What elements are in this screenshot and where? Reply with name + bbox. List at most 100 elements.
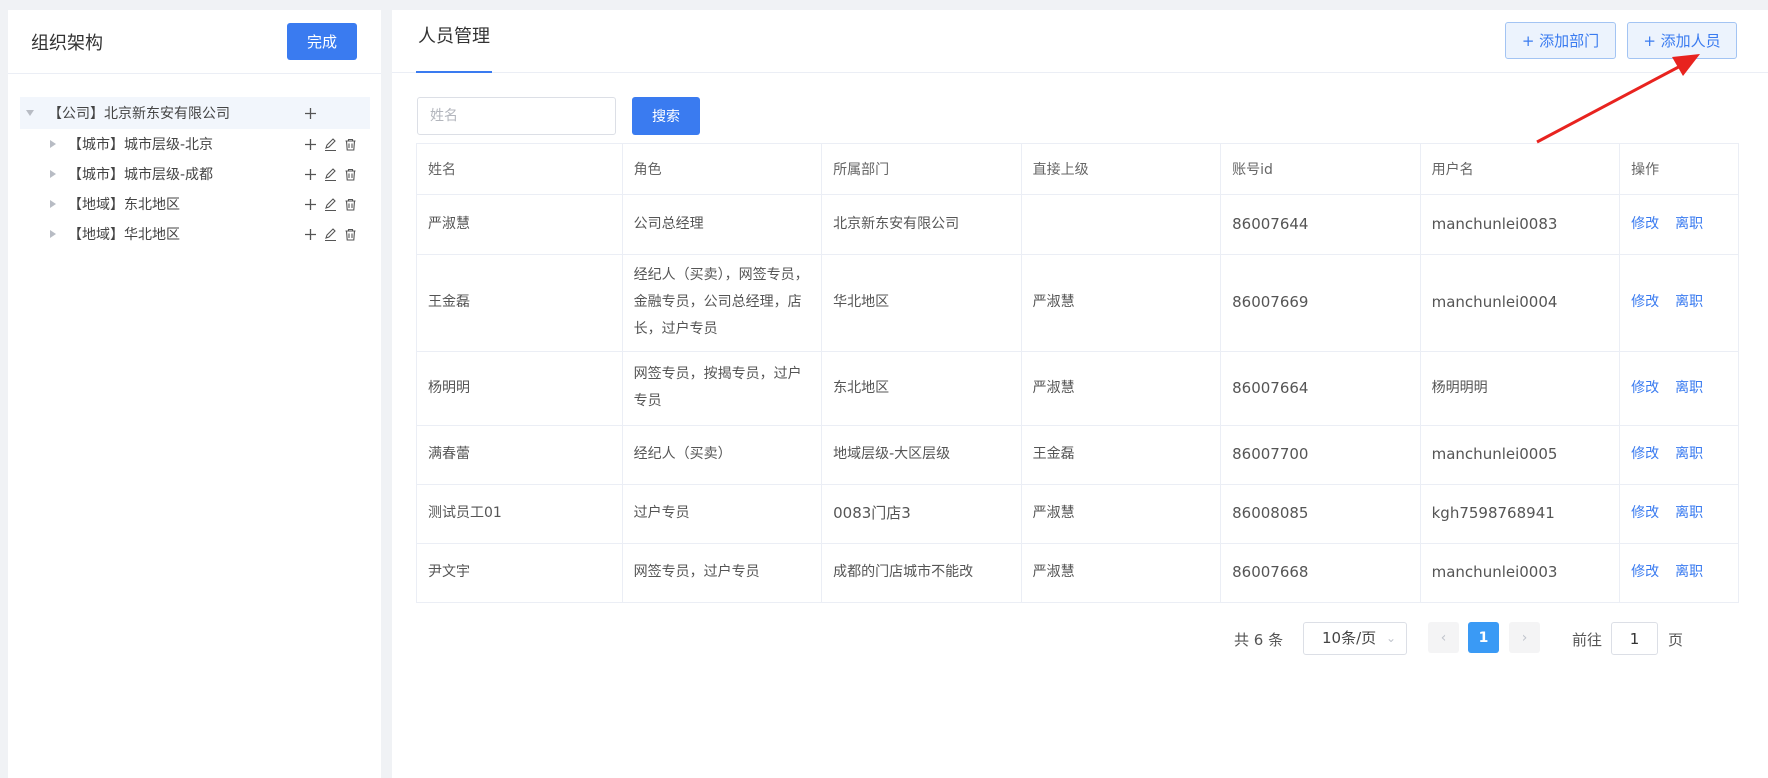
cell-dept: 成都的门店城市不能改 [821, 543, 1022, 602]
caret-down-icon[interactable] [26, 110, 34, 116]
resign-link[interactable]: 离职 [1675, 216, 1703, 232]
edit-link[interactable]: 修改 [1631, 294, 1659, 310]
goto-suffix: 页 [1668, 631, 1684, 649]
prev-page-button[interactable]: ‹ [1428, 622, 1459, 653]
cell-username: kgh7598768941 [1420, 484, 1621, 544]
delete-icon[interactable] [344, 138, 357, 151]
cell-dept: 地域层级-大区层级 [821, 425, 1022, 485]
tree-node-label: 【公司】北京新东安有限公司 [48, 106, 230, 122]
pagination: 共 6 条 10条/页 ⌄ ‹ 1 › 前往 页 [392, 622, 1768, 656]
app-root: 组织架构 完成 【公司】北京新东安有限公司 【城市】城市层级-北京 【城市】城市… [0, 0, 1768, 778]
tree-node-actions [304, 227, 357, 241]
page-size-select[interactable]: 10条/页 ⌄ [1303, 622, 1407, 655]
cell-role: 网签专员，按揭专员，过户专员 [622, 351, 823, 426]
tab-personnel-management[interactable]: 人员管理 [416, 10, 492, 73]
column-header-username: 用户名 [1420, 144, 1621, 195]
name-search-input[interactable] [417, 97, 616, 135]
cell-manager: 严淑慧 [1021, 543, 1222, 602]
chevron-down-icon: ⌄ [1385, 631, 1396, 645]
resign-link[interactable]: 离职 [1675, 380, 1703, 396]
delete-icon[interactable] [344, 198, 357, 211]
edit-icon[interactable] [324, 227, 337, 241]
cell-name: 王金磊 [417, 254, 623, 352]
resign-link[interactable]: 离职 [1675, 505, 1703, 521]
delete-icon[interactable] [344, 228, 357, 241]
done-button[interactable]: 完成 [287, 23, 357, 60]
personnel-header: 人员管理 + 添加部门 + 添加人员 [392, 10, 1768, 73]
column-header-account-id: 账号id [1220, 144, 1421, 195]
cell-actions: 修改 离职 [1619, 194, 1738, 255]
plus-icon[interactable] [304, 168, 317, 181]
table-row: 测试员工01 过户专员 0083门店3 严淑慧 86008085 kgh7598… [417, 484, 1738, 544]
search-bar: 搜索 [417, 97, 700, 135]
edit-link[interactable]: 修改 [1631, 446, 1659, 462]
cell-name: 严淑慧 [417, 194, 623, 255]
caret-right-icon[interactable] [50, 200, 56, 208]
cell-dept: 0083门店3 [821, 484, 1022, 544]
table-row: 满春蕾 经纪人（买卖） 地域层级-大区层级 王金磊 86007700 manch… [417, 425, 1738, 485]
delete-icon[interactable] [344, 168, 357, 181]
cell-dept: 东北地区 [821, 351, 1022, 426]
tree-node-root[interactable]: 【公司】北京新东安有限公司 [20, 97, 370, 129]
plus-icon[interactable] [304, 107, 317, 120]
column-header-name: 姓名 [417, 144, 623, 195]
tree-node-actions [304, 197, 357, 211]
tree-node-city-chengdu[interactable]: 【城市】城市层级-成都 [8, 159, 381, 189]
cell-name: 尹文宇 [417, 543, 623, 602]
cell-username: manchunlei0004 [1420, 254, 1621, 352]
plus-icon[interactable] [304, 198, 317, 211]
cell-manager: 严淑慧 [1021, 254, 1222, 352]
goto-label: 前往 [1572, 631, 1603, 649]
cell-manager: 严淑慧 [1021, 484, 1222, 544]
next-page-button[interactable]: › [1509, 622, 1540, 653]
edit-icon[interactable] [324, 137, 337, 151]
cell-name: 杨明明 [417, 351, 623, 426]
edit-link[interactable]: 修改 [1631, 216, 1659, 232]
cell-account-id: 86007644 [1220, 194, 1421, 255]
table-row: 王金磊 经纪人（买卖），网签专员，金融专员，公司总经理，店长，过户专员 华北地区… [417, 254, 1738, 352]
caret-right-icon[interactable] [50, 170, 56, 178]
table-row: 尹文宇 网签专员，过户专员 成都的门店城市不能改 严淑慧 86007668 ma… [417, 543, 1738, 602]
cell-actions: 修改 离职 [1620, 543, 1738, 602]
cell-username: manchunlei0003 [1420, 543, 1621, 602]
edit-link[interactable]: 修改 [1631, 564, 1659, 580]
caret-right-icon[interactable] [50, 140, 56, 148]
cell-actions: 修改 离职 [1619, 425, 1738, 485]
table-row: 杨明明 网签专员，按揭专员，过户专员 东北地区 严淑慧 86007664 杨明明… [417, 351, 1738, 426]
cell-actions: 修改 离职 [1619, 351, 1738, 426]
cell-name: 满春蕾 [417, 425, 623, 485]
cell-username: 杨明明明 [1420, 351, 1621, 426]
caret-right-icon[interactable] [50, 230, 56, 238]
search-button[interactable]: 搜索 [632, 97, 700, 135]
page-size-value: 10条/页 [1322, 629, 1377, 647]
cell-manager: 严淑慧 [1021, 351, 1222, 426]
edit-icon[interactable] [324, 167, 337, 181]
resign-link[interactable]: 离职 [1675, 564, 1703, 580]
edit-link[interactable]: 修改 [1631, 380, 1659, 396]
page-number-button[interactable]: 1 [1468, 622, 1499, 653]
tree-node-region-north[interactable]: 【地域】华北地区 [8, 219, 381, 249]
edit-icon[interactable] [324, 197, 337, 211]
plus-icon[interactable] [304, 228, 317, 241]
chevron-right-icon: › [1521, 629, 1528, 646]
cell-role: 经纪人（买卖） [622, 425, 823, 485]
cell-role: 网签专员，过户专员 [622, 543, 823, 602]
resign-link[interactable]: 离职 [1675, 446, 1703, 462]
plus-icon[interactable] [304, 138, 317, 151]
total-count: 共 6 条 [1234, 631, 1284, 649]
org-structure-header: 组织架构 完成 [8, 10, 381, 74]
cell-dept: 北京新东安有限公司 [821, 194, 1022, 255]
resign-link[interactable]: 离职 [1675, 294, 1703, 310]
cell-name: 测试员工01 [417, 484, 623, 544]
edit-link[interactable]: 修改 [1631, 505, 1659, 521]
add-department-button[interactable]: + 添加部门 [1505, 22, 1616, 59]
tree-node-region-northeast[interactable]: 【地域】东北地区 [8, 189, 381, 219]
column-header-manager: 直接上级 [1021, 144, 1222, 195]
cell-account-id: 86008085 [1220, 484, 1421, 544]
cell-account-id: 86007669 [1220, 254, 1421, 352]
tree-node-city-beijing[interactable]: 【城市】城市层级-北京 [8, 129, 381, 159]
add-person-button[interactable]: + 添加人员 [1627, 22, 1737, 59]
cell-actions: 修改 离职 [1619, 484, 1738, 544]
goto-page-input[interactable] [1611, 622, 1658, 655]
table-row: 严淑慧 公司总经理 北京新东安有限公司 86007644 manchunlei0… [417, 194, 1738, 255]
